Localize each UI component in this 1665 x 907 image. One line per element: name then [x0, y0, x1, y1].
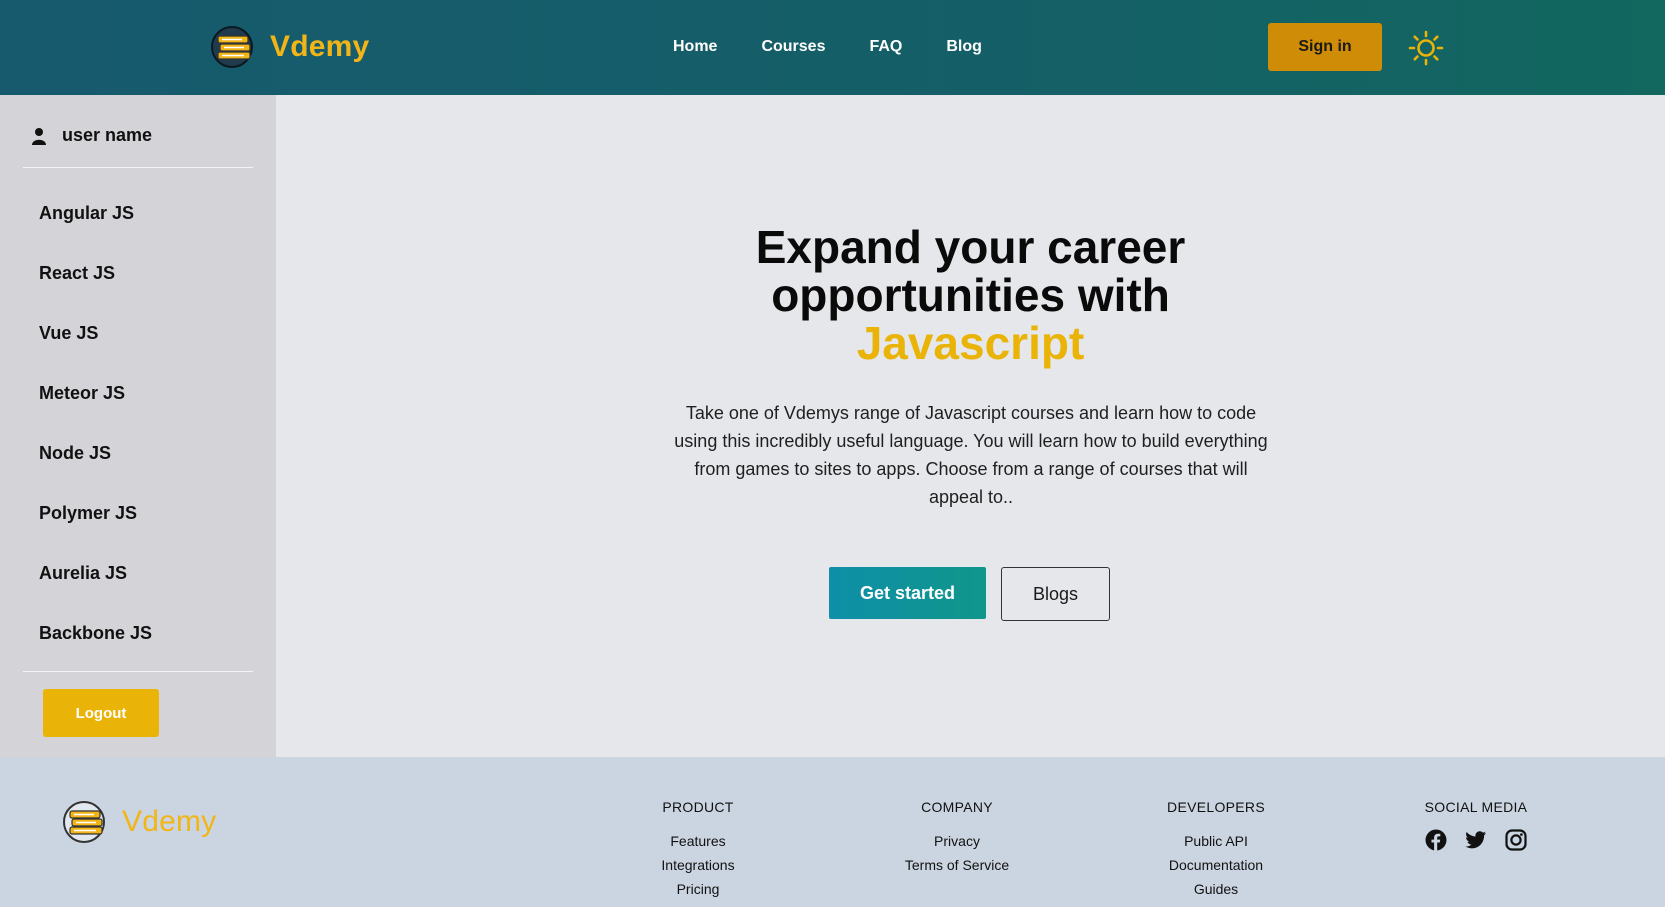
hero-title-highlight: Javascript	[856, 317, 1085, 369]
sidebar-item-backbone-js[interactable]: Backbone JS	[39, 621, 152, 681]
logout-button[interactable]: Logout	[43, 689, 159, 737]
facebook-icon[interactable]	[1425, 829, 1447, 851]
footer-column-title: SOCIAL MEDIA	[1424, 799, 1528, 815]
footer-column-social: SOCIAL MEDIA	[1376, 799, 1576, 851]
sidebar-item-polymer-js[interactable]: Polymer JS	[39, 501, 152, 561]
main-nav: Home Courses FAQ Blog	[673, 38, 982, 56]
hero-section: Expand your career opportunities with Ja…	[276, 95, 1665, 757]
nav-home-link[interactable]: Home	[673, 38, 717, 56]
course-list: Angular JS React JS Vue JS Meteor JS Nod…	[39, 201, 152, 681]
nav-courses-link[interactable]: Courses	[761, 38, 825, 56]
sign-in-button[interactable]: Sign in	[1268, 23, 1382, 71]
brand-name: Vdemy	[270, 30, 370, 63]
instagram-icon[interactable]	[1505, 829, 1527, 851]
sun-icon[interactable]	[1408, 30, 1444, 66]
sidebar-item-aurelia-js[interactable]: Aurelia JS	[39, 561, 152, 621]
top-navbar: Vdemy Home Courses FAQ Blog Sign in	[0, 0, 1665, 95]
hero-title: Expand your career opportunities with Ja…	[276, 223, 1665, 367]
books-logo-icon	[211, 26, 253, 68]
footer-column-product: PRODUCT Features Integrations Pricing	[598, 799, 798, 901]
sidebar-item-angular-js[interactable]: Angular JS	[39, 201, 152, 261]
footer-brand[interactable]: Vdemy	[62, 799, 216, 845]
books-logo-icon	[63, 801, 105, 843]
sidebar-divider	[23, 671, 253, 672]
social-icons	[1376, 829, 1576, 851]
user-icon	[32, 127, 46, 145]
sidebar-item-vue-js[interactable]: Vue JS	[39, 321, 152, 381]
user-profile[interactable]: user name	[32, 125, 152, 146]
footer-column-company: COMPANY Privacy Terms of Service	[857, 799, 1057, 877]
footer-link-privacy[interactable]: Privacy	[857, 829, 1057, 853]
footer-link-public-api[interactable]: Public API	[1116, 829, 1316, 853]
sidebar-item-meteor-js[interactable]: Meteor JS	[39, 381, 152, 441]
nav-faq-link[interactable]: FAQ	[869, 38, 902, 56]
sidebar-item-node-js[interactable]: Node JS	[39, 441, 152, 501]
footer-column-title: COMPANY	[921, 799, 993, 815]
user-name: user name	[62, 125, 153, 145]
footer-link-guides[interactable]: Guides	[1116, 877, 1316, 901]
footer-link-integrations[interactable]: Integrations	[598, 853, 798, 877]
footer-link-features[interactable]: Features	[598, 829, 798, 853]
brand-logo-link[interactable]: Vdemy	[210, 24, 369, 70]
get-started-button[interactable]: Get started	[829, 567, 986, 619]
hero-description: Take one of Vdemys range of Javascript c…	[674, 403, 1268, 507]
sidebar-item-react-js[interactable]: React JS	[39, 261, 152, 321]
footer-column-title: PRODUCT	[662, 799, 734, 815]
footer-link-documentation[interactable]: Documentation	[1116, 853, 1316, 877]
footer-link-terms[interactable]: Terms of Service	[857, 853, 1057, 877]
footer-brand-name: Vdemy	[122, 805, 217, 838]
footer-column-developers: DEVELOPERS Public API Documentation Guid…	[1116, 799, 1316, 901]
twitter-icon[interactable]	[1465, 829, 1487, 851]
footer-column-title: DEVELOPERS	[1167, 799, 1265, 815]
footer: Vdemy PRODUCT Features Integrations Pric…	[0, 757, 1665, 907]
blogs-button[interactable]: Blogs	[1001, 567, 1110, 621]
footer-link-pricing[interactable]: Pricing	[598, 877, 798, 901]
nav-blog-link[interactable]: Blog	[946, 38, 982, 56]
sidebar-divider	[23, 167, 253, 168]
hero-title-line1: Expand your career	[755, 221, 1186, 273]
sidebar: user name Angular JS React JS Vue JS Met…	[0, 95, 276, 757]
hero-title-line2: opportunities with	[771, 269, 1170, 321]
